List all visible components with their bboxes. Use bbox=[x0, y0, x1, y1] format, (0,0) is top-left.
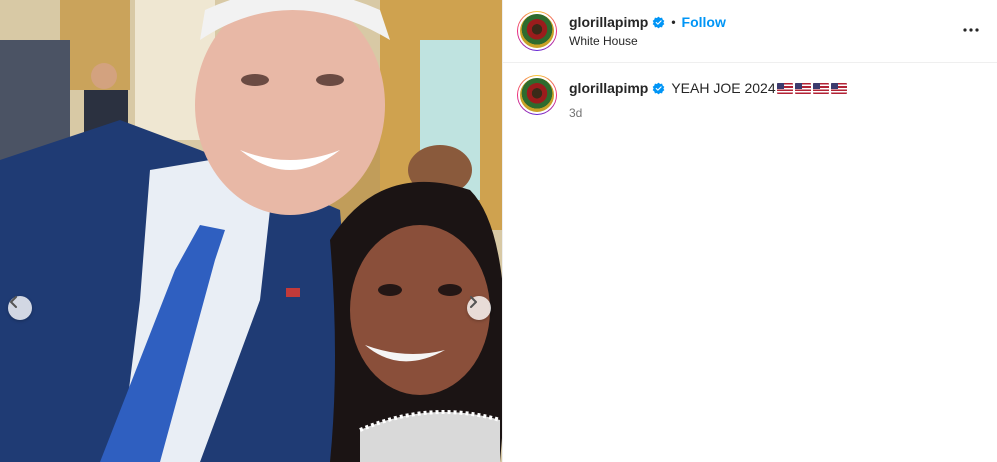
follow-button[interactable]: Follow bbox=[682, 14, 726, 30]
verified-badge-icon bbox=[652, 82, 665, 94]
caption-username-link[interactable]: glorillapimp bbox=[569, 80, 648, 96]
separator-dot: • bbox=[671, 15, 676, 29]
photo-illustration bbox=[0, 0, 502, 462]
next-photo-button[interactable] bbox=[467, 296, 491, 320]
caption-line: glorillapimp YEAH JOE 2024 bbox=[569, 80, 849, 96]
caption: glorillapimp YEAH JOE 2024 3d bbox=[503, 63, 997, 132]
avatar[interactable] bbox=[517, 11, 557, 51]
caption-text: YEAH JOE 2024 bbox=[671, 80, 776, 96]
flag-emojis bbox=[776, 82, 849, 94]
us-flag-icon bbox=[812, 82, 829, 94]
verified-badge-icon bbox=[652, 16, 665, 28]
more-options-icon bbox=[963, 28, 979, 32]
post-header: glorillapimp • Follow White House bbox=[503, 0, 997, 63]
user-line: glorillapimp • Follow bbox=[569, 14, 726, 30]
caption-body: glorillapimp YEAH JOE 2024 3d bbox=[569, 75, 849, 120]
chevron-left-icon bbox=[10, 296, 17, 308]
previous-photo-button[interactable] bbox=[8, 296, 32, 320]
more-options-button[interactable] bbox=[959, 18, 983, 42]
chevron-right-icon bbox=[470, 296, 477, 308]
post-timestamp[interactable]: 3d bbox=[569, 106, 849, 120]
location-link[interactable]: White House bbox=[569, 34, 726, 48]
us-flag-icon bbox=[794, 82, 811, 94]
caption-avatar-image bbox=[518, 76, 556, 114]
us-flag-icon bbox=[776, 82, 793, 94]
post-photo[interactable] bbox=[0, 0, 502, 462]
avatar-image bbox=[518, 12, 556, 50]
caption-avatar[interactable] bbox=[517, 75, 557, 115]
header-text: glorillapimp • Follow White House bbox=[569, 14, 726, 48]
username-link[interactable]: glorillapimp bbox=[569, 14, 648, 30]
post-sidebar: glorillapimp • Follow White House gloril… bbox=[502, 0, 997, 462]
instagram-post: glorillapimp • Follow White House gloril… bbox=[0, 0, 997, 462]
us-flag-icon bbox=[830, 82, 847, 94]
